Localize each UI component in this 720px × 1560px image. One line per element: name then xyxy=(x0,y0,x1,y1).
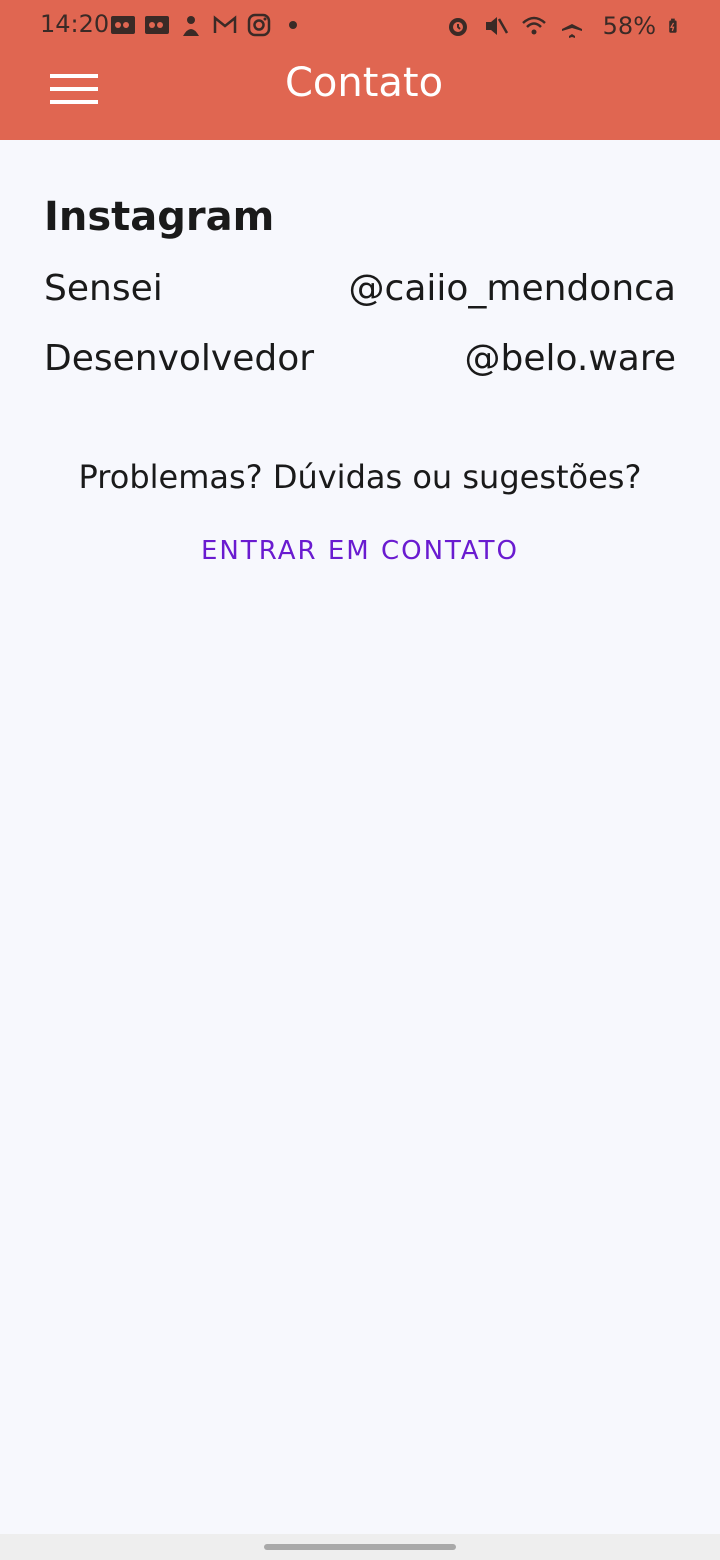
screen: 14:20 58% Contato Instagram Sensei @caii… xyxy=(0,0,720,1560)
status-bar: 14:20 58% xyxy=(0,0,720,52)
top-app-bar: 14:20 58% Contato xyxy=(0,0,720,140)
notification-icons xyxy=(110,12,306,38)
battery-icon xyxy=(669,18,677,33)
contact-button[interactable]: ENTRAR EM CONTATO xyxy=(0,536,720,566)
navigation-bar xyxy=(0,1534,720,1560)
section-title: Instagram xyxy=(44,194,275,240)
status-time: 14:20 xyxy=(40,10,110,38)
page-title: Contato xyxy=(284,60,444,106)
help-prompt: Problemas? Dúvidas ou sugestões? xyxy=(78,458,642,496)
voicemail-icon xyxy=(111,16,135,34)
battery-percentage: 58% xyxy=(602,12,656,40)
wifi-icon xyxy=(521,16,546,35)
system-icons: 58% xyxy=(445,12,684,40)
contact-handle: @belo.ware xyxy=(464,338,677,379)
contact-row: Desenvolvedor @belo.ware xyxy=(44,338,676,379)
app-icon xyxy=(183,16,199,36)
contact-handle: @caiio_mendonca xyxy=(348,268,676,309)
contact-row: Sensei @caiio_mendonca xyxy=(44,268,676,309)
instagram-icon xyxy=(247,13,271,37)
contact-label: Sensei xyxy=(44,268,163,309)
dot-icon xyxy=(289,21,297,29)
alarm-icon xyxy=(448,18,467,36)
voicemail-icon xyxy=(145,16,169,34)
home-gesture-handle[interactable] xyxy=(264,1544,456,1550)
gmail-icon xyxy=(213,15,237,33)
mute-icon xyxy=(485,17,508,35)
contact-label: Desenvolvedor xyxy=(44,338,315,379)
airplane-icon xyxy=(561,15,582,38)
